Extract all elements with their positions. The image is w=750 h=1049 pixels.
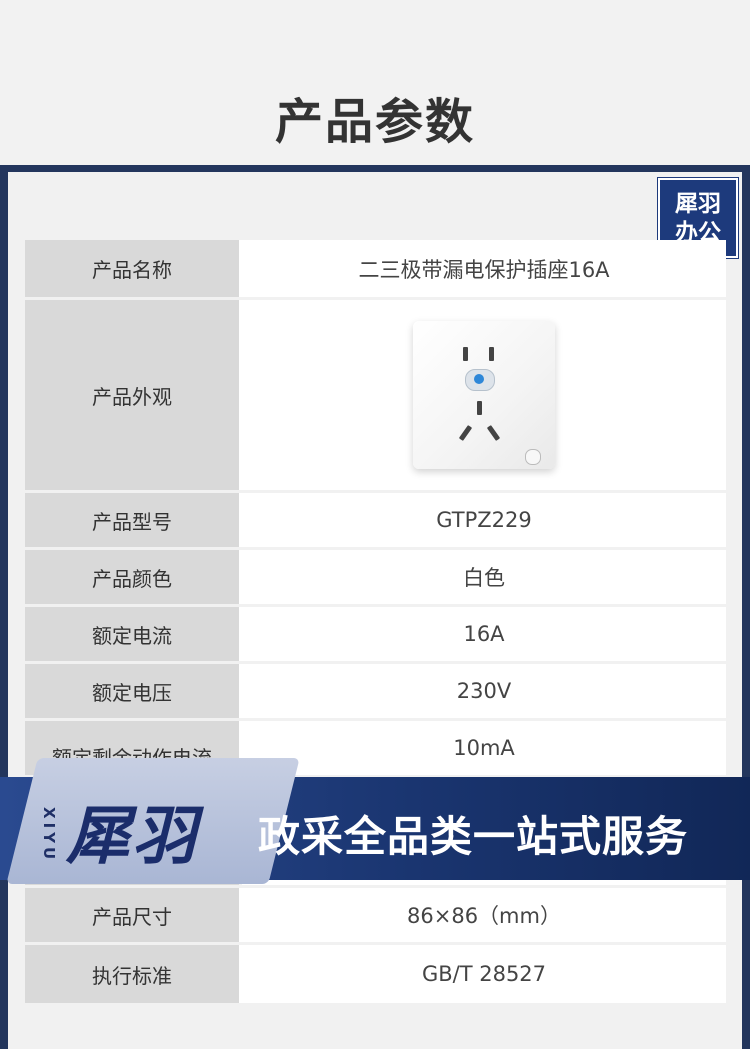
spec-table: 产品名称 二三极带漏电保护插座16A 产品外观 产品型号 GTPZ229 产品颜… <box>25 240 726 1006</box>
socket-pin <box>486 425 501 441</box>
table-row: 执行标准 GB/T 28527 <box>25 945 726 1003</box>
table-row: 产品型号 GTPZ229 <box>25 493 726 547</box>
row-label: 产品型号 <box>25 493 239 547</box>
row-label: 产品尺寸 <box>25 888 239 942</box>
row-value: 86×86（mm） <box>242 888 726 942</box>
banner-slogan: 政采全品类一站式服务 <box>258 812 689 861</box>
row-label: 执行标准 <box>25 945 239 1003</box>
socket-pin <box>477 401 482 415</box>
socket-pin <box>489 347 494 361</box>
socket-pin <box>458 425 473 441</box>
socket-image <box>413 321 555 469</box>
row-value: 二三极带漏电保护插座16A <box>242 240 726 297</box>
row-value: GB/T 28527 <box>242 945 726 1003</box>
table-row: 额定电流 16A <box>25 607 726 661</box>
row-value: 230V <box>242 664 726 718</box>
row-value: GTPZ229 <box>242 493 726 547</box>
product-image-cell <box>242 300 726 490</box>
table-row: 额定电压 230V <box>25 664 726 718</box>
socket-pin <box>463 347 468 361</box>
reset-button-icon <box>525 449 541 465</box>
row-label: 额定电压 <box>25 664 239 718</box>
table-row: 产品名称 二三极带漏电保护插座16A <box>25 240 726 297</box>
table-row: 产品尺寸 86×86（mm） <box>25 888 726 942</box>
row-value: 白色 <box>242 550 726 604</box>
row-label: 产品外观 <box>25 300 239 490</box>
table-row: 产品外观 <box>25 300 726 490</box>
row-value: 10mA <box>242 721 726 775</box>
stamp-line1: 犀羽 <box>675 190 721 217</box>
brand-latin: XIYU <box>40 806 58 864</box>
brand-logo: 犀羽 <box>66 800 198 874</box>
table-row: 产品颜色 白色 <box>25 550 726 604</box>
test-button-icon <box>465 369 495 391</box>
row-label: 产品名称 <box>25 240 239 297</box>
row-label: 产品颜色 <box>25 550 239 604</box>
row-value: 16A <box>242 607 726 661</box>
page-title: 产品参数 <box>274 94 475 150</box>
row-label: 额定电流 <box>25 607 239 661</box>
